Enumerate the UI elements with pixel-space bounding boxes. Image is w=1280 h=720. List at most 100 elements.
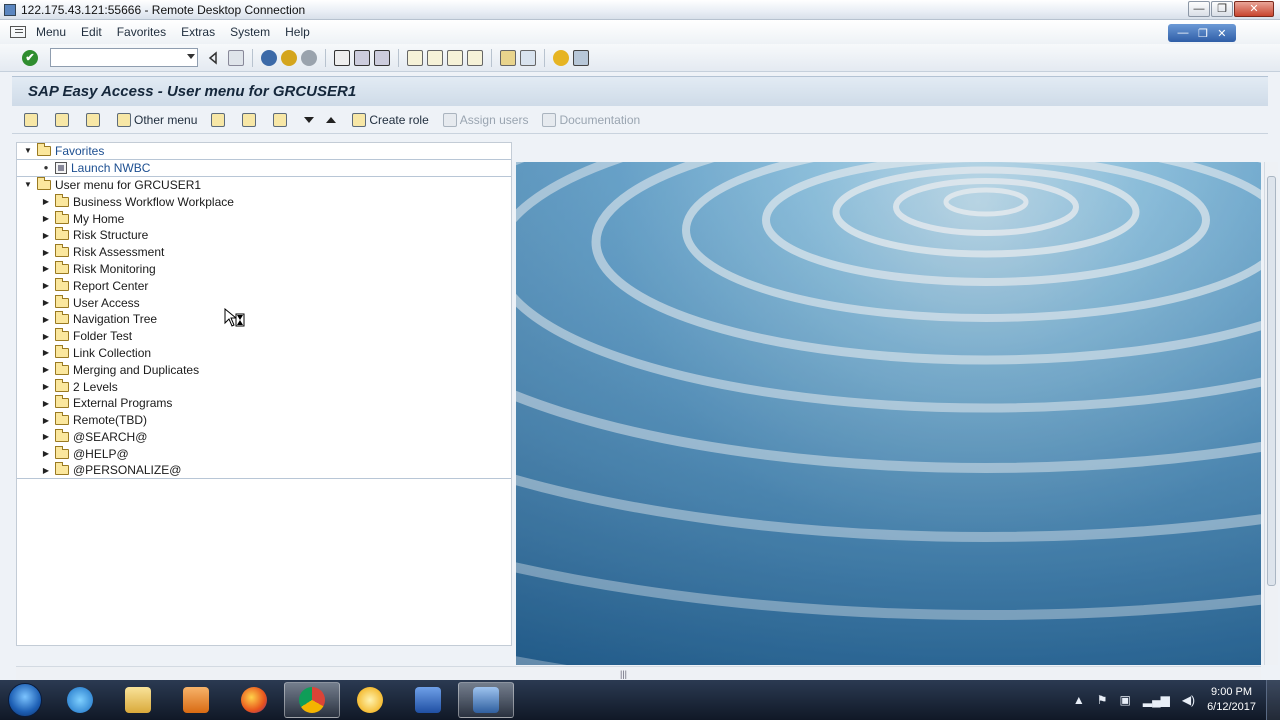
taskbar-firefox[interactable] [226, 682, 282, 718]
menu-item-menu[interactable]: Menu [36, 25, 66, 39]
vertical-scrollbar[interactable] [1264, 162, 1278, 665]
sap-minimize-button[interactable]: — [1177, 27, 1188, 39]
tree-folder-node[interactable]: ▶ My Home [17, 210, 511, 227]
network-device-icon[interactable]: ▣ [1120, 693, 1131, 707]
command-field[interactable] [50, 48, 198, 67]
tree-folder-node[interactable]: ▶ Risk Structure [17, 227, 511, 244]
find-next-icon[interactable] [374, 49, 390, 66]
sap-restore-button[interactable]: ❐ [1198, 27, 1208, 40]
taskbar-word[interactable] [400, 682, 456, 718]
menu-item-system[interactable]: System [230, 25, 270, 39]
enter-check-icon[interactable]: ✔ [22, 49, 38, 66]
save-icon[interactable] [228, 49, 244, 66]
scrollbar-thumb[interactable] [1267, 176, 1276, 586]
tree-folder-node[interactable]: ▶ @PERSONALIZE@ [17, 462, 511, 479]
menu-item-favorites[interactable]: Favorites [117, 25, 166, 39]
expand-icon[interactable]: ▶ [41, 248, 51, 257]
tree-node-user-menu[interactable]: ▼ User menu for GRCUSER1 [17, 176, 511, 194]
show-hidden-icons-icon[interactable]: ▲ [1073, 693, 1085, 707]
taskbar-media-player[interactable] [168, 682, 224, 718]
expand-icon[interactable]: ▶ [41, 416, 51, 425]
volume-icon[interactable]: ◀) [1182, 693, 1195, 707]
shortcut-icon[interactable] [520, 49, 536, 66]
scrollbar-grip-icon[interactable]: ||| [620, 669, 627, 679]
new-session-icon[interactable] [500, 49, 516, 66]
show-desktop-button[interactable] [1266, 680, 1280, 720]
layout-menu-icon[interactable] [573, 49, 589, 66]
menu-switch-button[interactable] [24, 112, 41, 127]
tree-node-favorites[interactable]: ▼ Favorites [17, 143, 511, 160]
business-workplace-button[interactable] [86, 112, 103, 127]
help-icon[interactable] [553, 49, 569, 66]
taskbar-chrome[interactable] [284, 682, 340, 718]
back-icon[interactable] [261, 49, 277, 66]
back-arrow-icon[interactable] [208, 50, 218, 65]
collapse-icon[interactable]: ▼ [23, 146, 33, 155]
rdp-restore-button[interactable]: ❐ [1211, 1, 1233, 17]
add-favorite-button[interactable] [211, 112, 228, 127]
change-favorite-button[interactable] [273, 112, 290, 127]
tree-folder-node[interactable]: ▶ Remote(TBD) [17, 412, 511, 429]
expand-icon[interactable]: ▶ [41, 264, 51, 273]
tree-folder-node[interactable]: ▶ Link Collection [17, 344, 511, 362]
tree-folder-node[interactable]: ▶ User Access [17, 294, 511, 311]
expand-icon[interactable]: ▶ [41, 231, 51, 240]
delete-favorite-button[interactable] [242, 112, 259, 127]
move-down-icon[interactable] [304, 116, 315, 123]
expand-icon[interactable]: ▶ [41, 298, 51, 307]
first-page-icon[interactable] [407, 49, 423, 66]
move-up-icon[interactable] [326, 116, 337, 123]
taskbar-remote-desktop[interactable] [458, 682, 514, 718]
signal-strength-icon[interactable]: ▂▄▆ [1143, 693, 1170, 707]
taskbar-sap-logon[interactable] [342, 682, 398, 718]
system-clock[interactable]: 9:00 PM 6/12/2017 [1207, 685, 1256, 715]
taskbar-internet-explorer[interactable] [52, 682, 108, 718]
tree-folder-node[interactable]: ▶ Folder Test [17, 328, 511, 345]
tree-folder-node[interactable]: ▶ Navigation Tree [17, 311, 511, 328]
horizontal-scrollbar[interactable]: ||| [16, 666, 1261, 680]
tree-folder-node[interactable]: ▶ Merging and Duplicates [17, 361, 511, 378]
rdp-minimize-button[interactable]: — [1188, 1, 1210, 17]
collapse-icon[interactable]: ▼ [23, 180, 33, 189]
expand-icon[interactable]: ▶ [41, 332, 51, 341]
create-role-button[interactable]: Create role [352, 112, 429, 127]
start-button[interactable] [8, 683, 42, 717]
expand-icon[interactable]: ▶ [41, 466, 51, 475]
menu-item-edit[interactable]: Edit [81, 25, 102, 39]
action-center-flag-icon[interactable]: ⚑ [1097, 693, 1108, 707]
tree-folder-node[interactable]: ▶ Business Workflow Workplace [17, 193, 511, 210]
system-menu-icon[interactable] [10, 26, 26, 38]
chevron-down-icon[interactable] [187, 54, 195, 59]
expand-icon[interactable]: ▶ [41, 197, 51, 206]
documentation-button[interactable]: Documentation [542, 112, 640, 127]
expand-icon[interactable]: ▶ [41, 382, 51, 391]
expand-icon[interactable]: ▶ [41, 399, 51, 408]
tree-folder-node[interactable]: ▶ @HELP@ [17, 445, 511, 462]
tree-folder-node[interactable]: ▶ 2 Levels [17, 378, 511, 395]
menu-item-extras[interactable]: Extras [181, 25, 215, 39]
tree-folder-node[interactable]: ▶ External Programs [17, 395, 511, 412]
previous-page-icon[interactable] [427, 49, 443, 66]
find-icon[interactable] [354, 49, 370, 66]
menu-item-help[interactable]: Help [285, 25, 310, 39]
tree-folder-node[interactable]: ▶ Report Center [17, 277, 511, 294]
expand-icon[interactable]: ▶ [41, 315, 51, 324]
sap-menu-button[interactable] [55, 112, 72, 127]
expand-icon[interactable]: ▶ [41, 214, 51, 223]
tree-folder-node[interactable]: ▶ Risk Monitoring [17, 260, 511, 278]
cancel-icon[interactable] [301, 49, 317, 66]
exit-icon[interactable] [281, 49, 297, 66]
assign-users-button[interactable]: Assign users [442, 112, 528, 127]
expand-icon[interactable]: ▶ [41, 432, 51, 441]
other-menu-button[interactable]: Other menu [117, 112, 197, 127]
tree-folder-node[interactable]: ▶ @SEARCH@ [17, 428, 511, 446]
print-icon[interactable] [334, 49, 350, 66]
expand-icon[interactable]: ▶ [41, 449, 51, 458]
last-page-icon[interactable] [467, 49, 483, 66]
tree-node-launch-nwbc[interactable]: ● Launch NWBC [17, 160, 511, 177]
expand-icon[interactable]: ▶ [41, 281, 51, 290]
sap-close-button[interactable]: ✕ [1217, 27, 1226, 40]
taskbar-file-explorer[interactable] [110, 682, 166, 718]
tree-folder-node[interactable]: ▶ Risk Assessment [17, 244, 511, 261]
next-page-icon[interactable] [447, 49, 463, 66]
